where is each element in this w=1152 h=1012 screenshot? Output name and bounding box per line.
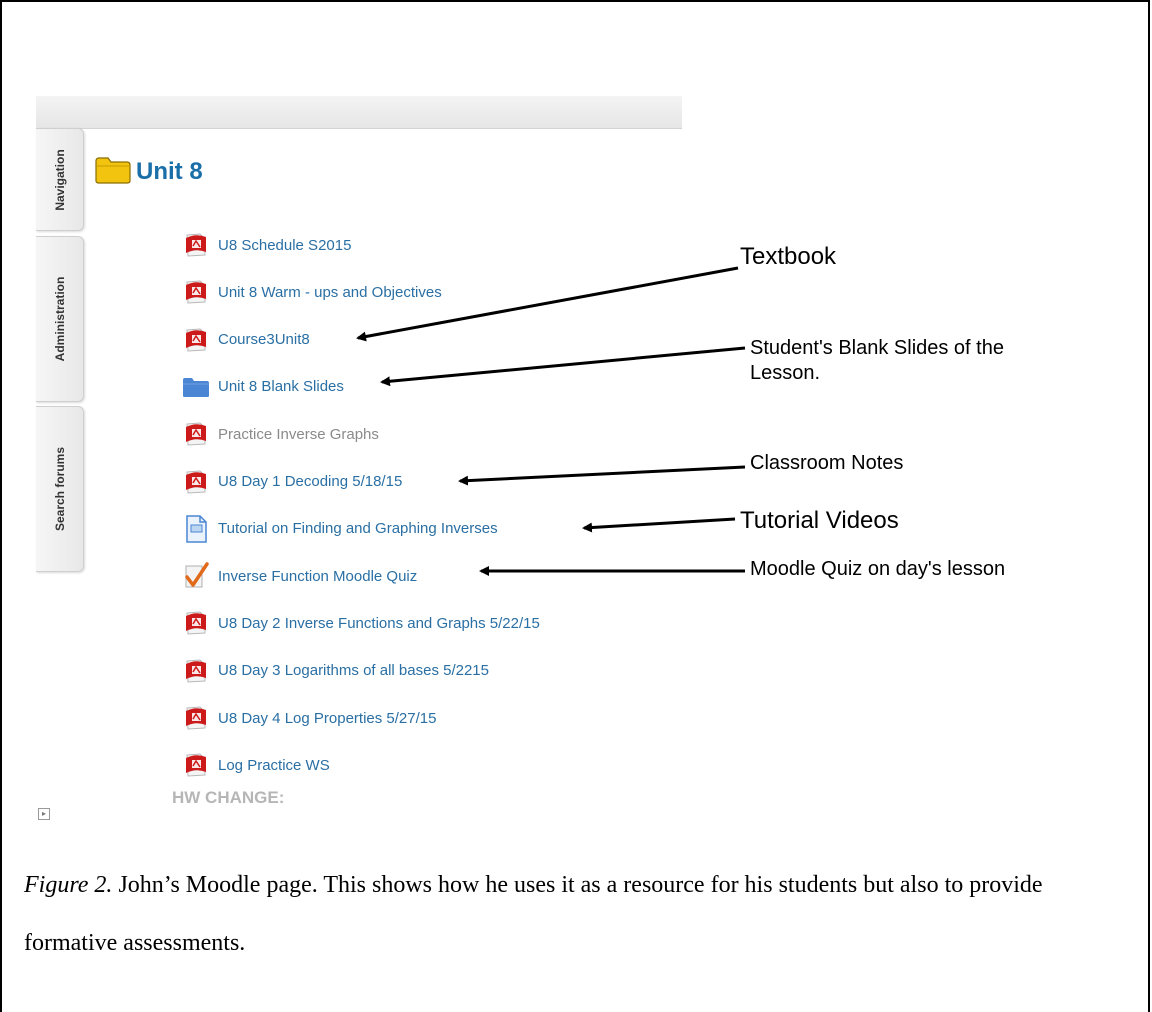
tab-search-forums[interactable]: Search forums xyxy=(36,406,84,572)
annotation-textbook: Textbook xyxy=(740,243,837,270)
resource-link[interactable]: Inverse Function Moodle Quiz xyxy=(218,568,417,585)
resource-link[interactable]: U8 Day 3 Logarithms of all bases 5/2215 xyxy=(218,662,489,679)
resource-item[interactable]: U8 Schedule S2015 xyxy=(182,230,351,260)
pdf-icon xyxy=(182,657,210,685)
pdf-icon xyxy=(182,420,210,448)
pdf-icon xyxy=(182,609,210,637)
figure-caption-text: John’s Moodle page. This shows how he us… xyxy=(24,872,1043,956)
folder-icon xyxy=(182,373,210,401)
resource-item[interactable]: Practice Inverse Graphs xyxy=(182,419,379,449)
resource-link[interactable]: Unit 8 Blank Slides xyxy=(218,378,344,395)
section-title[interactable]: Unit 8 xyxy=(136,158,203,186)
pdf-icon xyxy=(182,468,210,496)
resource-item[interactable]: Inverse Function Moodle Quiz xyxy=(182,561,417,591)
page-header-bar xyxy=(36,96,682,129)
resource-item[interactable]: Log Practice WS xyxy=(182,750,330,780)
resource-link[interactable]: Unit 8 Warm - ups and Objectives xyxy=(218,284,442,301)
pdf-icon xyxy=(182,231,210,259)
tab-navigation[interactable]: Navigation xyxy=(36,128,84,231)
annotation-classroom-notes: Classroom Notes xyxy=(750,452,904,474)
figure-caption: Figure 2. John’s Moodle page. This shows… xyxy=(24,856,1124,972)
resource-link[interactable]: Tutorial on Finding and Graphing Inverse… xyxy=(218,520,498,537)
resource-item[interactable]: U8 Day 4 Log Properties 5/27/15 xyxy=(182,703,436,733)
annotation-tutorial-videos: Tutorial Videos xyxy=(740,507,899,534)
hw-change-heading: HW CHANGE: xyxy=(172,788,285,807)
resource-link[interactable]: U8 Day 4 Log Properties 5/27/15 xyxy=(218,710,436,727)
quiz-checkmark-icon xyxy=(182,562,210,590)
resource-item[interactable]: Tutorial on Finding and Graphing Inverse… xyxy=(182,514,498,544)
resource-item[interactable]: Unit 8 Blank Slides xyxy=(182,372,344,402)
resource-link[interactable]: U8 Schedule S2015 xyxy=(218,237,351,254)
tab-search-forums-label: Search forums xyxy=(52,446,67,532)
annotation-moodle-quiz: Moodle Quiz on day's lesson xyxy=(750,558,1006,580)
pdf-icon xyxy=(182,751,210,779)
annotation-blank-slides-line2: Lesson. xyxy=(750,362,821,384)
pdf-icon xyxy=(182,278,210,306)
resource-item[interactable]: U8 Day 3 Logarithms of all bases 5/2215 xyxy=(182,656,489,686)
resource-item[interactable]: U8 Day 2 Inverse Functions and Graphs 5/… xyxy=(182,608,540,638)
section-header: Unit 8 xyxy=(94,152,203,192)
resource-item[interactable]: U8 Day 1 Decoding 5/18/15 xyxy=(182,467,402,497)
tab-navigation-label: Navigation xyxy=(52,148,67,211)
yellow-folder-icon xyxy=(94,155,132,190)
resource-item[interactable]: Course3Unit8 xyxy=(182,325,310,355)
resource-link[interactable]: U8 Day 1 Decoding 5/18/15 xyxy=(218,473,402,490)
pdf-icon xyxy=(182,704,210,732)
resource-link[interactable]: Practice Inverse Graphs xyxy=(218,426,379,443)
tab-administration-label: Administration xyxy=(52,276,67,362)
figure-label: Figure 2. xyxy=(24,872,113,898)
resource-link[interactable]: Course3Unit8 xyxy=(218,331,310,348)
resource-item[interactable]: Unit 8 Warm - ups and Objectives xyxy=(182,277,442,307)
tab-administration[interactable]: Administration xyxy=(36,236,84,402)
expand-sidebar-button[interactable]: ▸ xyxy=(38,808,50,820)
pdf-icon xyxy=(182,326,210,354)
page-icon xyxy=(182,515,210,543)
annotation-blank-slides-line1: Student's Blank Slides of the xyxy=(750,337,1004,359)
resource-link[interactable]: Log Practice WS xyxy=(218,757,330,774)
resource-link[interactable]: U8 Day 2 Inverse Functions and Graphs 5/… xyxy=(218,615,540,632)
